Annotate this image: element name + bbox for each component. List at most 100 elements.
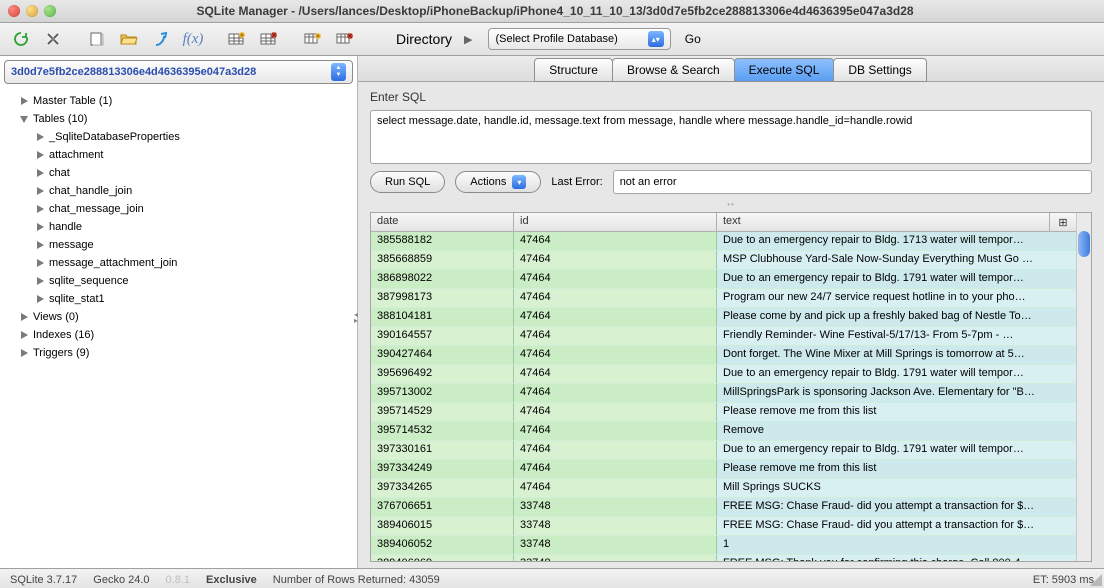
- column-header[interactable]: id: [514, 213, 717, 231]
- scroll-thumb[interactable]: [1078, 231, 1090, 257]
- disclosure-triangle-icon[interactable]: [36, 169, 45, 178]
- table-row[interactable]: 39016455747464Friendly Reminder- Wine Fe…: [371, 327, 1076, 346]
- sql-input[interactable]: select message.date, handle.id, message.…: [370, 110, 1092, 164]
- schema-tree[interactable]: Master Table (1) Tables (10)_SqliteDataba…: [0, 88, 357, 568]
- main-pane: ◂▸ StructureBrowse & SearchExecute SQLDB…: [358, 56, 1104, 568]
- disclosure-triangle-icon[interactable]: [36, 241, 45, 250]
- tree-node[interactable]: _SqliteDatabaseProperties: [6, 128, 351, 146]
- table-row[interactable]: 38810418147464Please come by and pick up…: [371, 308, 1076, 327]
- cell: 390164557: [371, 327, 514, 345]
- table-row[interactable]: 389406052337481: [371, 536, 1076, 555]
- directory-chevron-icon[interactable]: ▶: [464, 33, 486, 46]
- disclosure-triangle-icon[interactable]: [36, 187, 45, 196]
- disclosure-triangle-icon[interactable]: [36, 259, 45, 268]
- refresh-icon[interactable]: [6, 27, 36, 51]
- tab-db-settings[interactable]: DB Settings: [833, 58, 926, 82]
- tree-node-label: message_attachment_join: [49, 257, 177, 269]
- tree-node[interactable]: message_attachment_join: [6, 254, 351, 272]
- disclosure-triangle-icon[interactable]: [20, 115, 29, 124]
- tree-node[interactable]: chat: [6, 164, 351, 182]
- cell: 389406052: [371, 536, 514, 554]
- last-error-label: Last Error:: [551, 176, 602, 188]
- stepper-icon[interactable]: ▲▼: [331, 63, 346, 81]
- disclosure-triangle-icon[interactable]: [36, 205, 45, 214]
- table-row[interactable]: 38558818247464Due to an emergency repair…: [371, 232, 1076, 251]
- cell: Program our new 24/7 service request hot…: [717, 289, 1076, 307]
- cell: 388104181: [371, 308, 514, 326]
- cell: 47464: [514, 441, 717, 459]
- table-row[interactable]: 39733424947464Please remove me from this…: [371, 460, 1076, 479]
- drop-table-icon[interactable]: [254, 27, 284, 51]
- tree-node[interactable]: Master Table (1): [6, 92, 351, 110]
- cell: MillSpringsPark is sponsoring Jackson Av…: [717, 384, 1076, 402]
- table-row[interactable]: 39733016147464Due to an emergency repair…: [371, 441, 1076, 460]
- table-row[interactable]: 38940601533748FREE MSG: Chase Fraud- did…: [371, 517, 1076, 536]
- tree-node[interactable]: Tables (10): [6, 110, 351, 128]
- column-picker-icon[interactable]: ⊞: [1050, 213, 1076, 231]
- tree-node[interactable]: chat_handle_join: [6, 182, 351, 200]
- new-table-icon[interactable]: [222, 27, 252, 51]
- disclosure-triangle-icon[interactable]: [36, 223, 45, 232]
- tree-node[interactable]: message: [6, 236, 351, 254]
- tree-node-label: chat: [49, 167, 70, 179]
- tree-node[interactable]: chat_message_join: [6, 200, 351, 218]
- table-row[interactable]: 39569649247464Due to an emergency repair…: [371, 365, 1076, 384]
- splitter-handle[interactable]: ◂▸: [354, 312, 358, 324]
- table-row[interactable]: 39042746447464Dont forget. The Wine Mixe…: [371, 346, 1076, 365]
- tree-node[interactable]: sqlite_stat1: [6, 290, 351, 308]
- table-row[interactable]: 39571300247464MillSpringsPark is sponsor…: [371, 384, 1076, 403]
- settings-icon[interactable]: [38, 27, 68, 51]
- table-row[interactable]: 37670665133748FREE MSG: Chase Fraud- did…: [371, 498, 1076, 517]
- profile-select[interactable]: (Select Profile Database) ▴▾: [488, 28, 670, 50]
- tab-structure[interactable]: Structure: [534, 58, 613, 82]
- table-row[interactable]: 38799817347464Program our new 24/7 servi…: [371, 289, 1076, 308]
- cell: 395714529: [371, 403, 514, 421]
- run-sql-button[interactable]: Run SQL: [370, 171, 445, 193]
- pane-grip[interactable]: ••: [370, 200, 1092, 206]
- tree-node[interactable]: handle: [6, 218, 351, 236]
- open-db-icon[interactable]: [114, 27, 144, 51]
- resize-grip-icon[interactable]: [1090, 574, 1102, 586]
- table-row[interactable]: 39571453247464Remove: [371, 422, 1076, 441]
- cell: 47464: [514, 270, 717, 288]
- cell: FREE MSG: Chase Fraud- did you attempt a…: [717, 517, 1076, 535]
- disclosure-triangle-icon[interactable]: [20, 97, 29, 106]
- disclosure-triangle-icon[interactable]: [20, 331, 29, 340]
- tree-node[interactable]: sqlite_sequence: [6, 272, 351, 290]
- tree-node-label: Master Table (1): [33, 95, 112, 107]
- tree-node[interactable]: Indexes (16): [6, 326, 351, 344]
- disclosure-triangle-icon[interactable]: [36, 151, 45, 160]
- copy-table-icon[interactable]: [298, 27, 328, 51]
- rename-table-icon[interactable]: [330, 27, 360, 51]
- tab-browse-search[interactable]: Browse & Search: [612, 58, 735, 82]
- go-button[interactable]: Go: [673, 32, 713, 46]
- import-icon[interactable]: [146, 27, 176, 51]
- table-row[interactable]: 39733426547464Mill Springs SUCKS: [371, 479, 1076, 498]
- table-row[interactable]: 38689802247464Due to an emergency repair…: [371, 270, 1076, 289]
- table-row[interactable]: 39571452947464Please remove me from this…: [371, 403, 1076, 422]
- tree-node[interactable]: Triggers (9): [6, 344, 351, 362]
- column-header[interactable]: text: [717, 213, 1050, 231]
- table-row[interactable]: 38940606933748FREE MSG: Thank you for co…: [371, 555, 1076, 561]
- disclosure-triangle-icon[interactable]: [20, 349, 29, 358]
- actions-button[interactable]: Actions ▾: [455, 171, 541, 193]
- cell: 47464: [514, 327, 717, 345]
- cell: 387998173: [371, 289, 514, 307]
- disclosure-triangle-icon[interactable]: [36, 295, 45, 304]
- dropdown-icon: ▾: [512, 175, 526, 189]
- scrollbar[interactable]: [1076, 213, 1091, 561]
- tree-node[interactable]: attachment: [6, 146, 351, 164]
- new-db-icon[interactable]: [82, 27, 112, 51]
- column-header[interactable]: date: [371, 213, 514, 231]
- database-select[interactable]: 3d0d7e5fb2ce288813306e4d4636395e047a3d28…: [4, 60, 353, 84]
- window-title: SQLite Manager - /Users/lances/Desktop/i…: [6, 4, 1104, 18]
- tree-node[interactable]: Views (0): [6, 308, 351, 326]
- cell: 395713002: [371, 384, 514, 402]
- disclosure-triangle-icon[interactable]: [36, 133, 45, 142]
- cell: 47464: [514, 479, 717, 497]
- disclosure-triangle-icon[interactable]: [20, 313, 29, 322]
- disclosure-triangle-icon[interactable]: [36, 277, 45, 286]
- table-row[interactable]: 38566885947464MSP Clubhouse Yard-Sale No…: [371, 251, 1076, 270]
- function-icon[interactable]: f(x): [178, 27, 208, 51]
- tab-execute-sql[interactable]: Execute SQL: [734, 58, 835, 82]
